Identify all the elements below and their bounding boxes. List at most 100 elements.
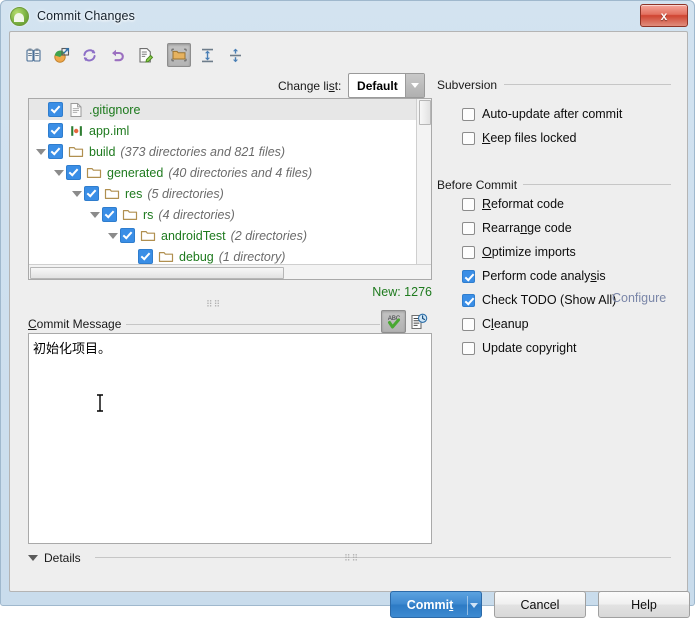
checkbox-keep-files-locked[interactable]: Keep files locked — [462, 129, 577, 147]
commit-message-label: Commit Message — [28, 317, 127, 331]
checkbox-label-post: eanup — [493, 317, 529, 331]
tree-row-checkbox[interactable] — [48, 102, 63, 117]
group-by-directory-icon[interactable] — [167, 43, 191, 67]
new-lines-count: New: 1276 — [372, 285, 432, 299]
commit-button[interactable]: Commi t — [390, 591, 482, 618]
tree-row-checkbox[interactable] — [48, 144, 63, 159]
move-to-another-changelist-icon[interactable] — [49, 43, 73, 67]
tree-row[interactable]: build (373 directories and 821 files) — [29, 141, 419, 162]
chevron-down-icon[interactable] — [33, 141, 48, 162]
tree-splitter-handle[interactable]: ⠿⠿ — [206, 299, 221, 310]
checkbox-label-post: ge code — [527, 221, 572, 235]
checkbox-label-mnemonic: O — [482, 245, 492, 259]
tree-row-meta: (2 directories) — [230, 228, 308, 243]
commit-message-label-mnemonic: C — [28, 317, 37, 331]
checkbox-rearrange-code[interactable]: Rearrange code — [462, 219, 572, 237]
tree-row[interactable]: rs (4 directories) — [29, 204, 419, 225]
checkbox-label-post: Auto-update after commit — [482, 107, 623, 121]
configure-link[interactable]: Configure — [612, 291, 666, 305]
chevron-down-icon — [28, 555, 38, 561]
checkbox-label: Cleanup — [482, 317, 529, 331]
checkbox-label-post: eep files locked — [490, 131, 577, 145]
file-icon — [68, 102, 84, 118]
checkbox-box — [462, 341, 475, 355]
tree-vertical-scrollbar[interactable] — [416, 99, 431, 265]
tree-row-name: rs — [143, 207, 154, 222]
checkbox-label: Perform code analysis — [482, 269, 606, 283]
tree-row[interactable]: res (5 directories) — [29, 183, 419, 204]
window-title: Commit Changes — [37, 9, 135, 23]
tree-row-checkbox[interactable] — [138, 249, 153, 264]
tree-horizontal-scrollbar[interactable] — [29, 264, 431, 279]
details-toggle[interactable]: Details — [28, 551, 81, 565]
checkbox-auto-update-after-commit[interactable]: Auto-update after commit — [462, 105, 622, 123]
checkbox-update-copyright[interactable]: Update copyright — [462, 339, 577, 357]
checkbox-label-pre: Check TODO (Show All) — [482, 293, 617, 307]
tree-row-name: .gitignore — [89, 102, 141, 117]
expand-all-icon[interactable] — [195, 43, 219, 67]
changed-files-tree[interactable]: .gitignore app.iml build (373 directories a… — [28, 98, 432, 280]
close-button[interactable]: x — [640, 4, 688, 27]
checkbox-box — [462, 317, 475, 331]
message-history-icon[interactable] — [409, 312, 429, 332]
tree-row-checkbox[interactable] — [48, 123, 63, 138]
checkbox-perform-code-analysis[interactable]: Perform code analysis — [462, 267, 606, 285]
checkbox-optimize-imports[interactable]: Optimize imports — [462, 243, 576, 261]
checkbox-reformat-code[interactable]: Reformat code — [462, 195, 564, 213]
help-button[interactable]: Help — [598, 591, 690, 618]
commit-changes-dialog: Commit Changes x Change list: Default .g… — [0, 0, 695, 618]
checkbox-label: Keep files locked — [482, 131, 577, 145]
change-list-selector: Change list: Default — [278, 73, 426, 98]
tree-row-checkbox[interactable] — [84, 186, 99, 201]
tree-row-checkbox[interactable] — [66, 165, 81, 180]
tree-horizontal-scroll-thumb[interactable] — [30, 267, 284, 279]
tree-row[interactable]: .gitignore — [29, 99, 419, 120]
before-commit-group-rule — [523, 184, 671, 185]
checkbox-check-todo[interactable]: Check TODO (Show All) — [462, 291, 616, 309]
tree-row-meta: (5 directories) — [147, 186, 224, 201]
commit-button-label-pre: Commi — [406, 597, 450, 612]
tree-row[interactable]: app.iml — [29, 120, 419, 141]
tree-row-meta: (40 directories and 4 files) — [168, 165, 313, 180]
tree-row-checkbox[interactable] — [120, 228, 135, 243]
tree-row-checkbox[interactable] — [102, 207, 117, 222]
change-list-label: Change list: — [278, 79, 341, 93]
tree-row-meta: (373 directories and 821 files) — [120, 144, 286, 159]
show-diff-icon[interactable] — [21, 43, 45, 67]
refresh-icon[interactable] — [77, 43, 101, 67]
revert-icon[interactable] — [105, 43, 129, 67]
checkbox-box — [462, 245, 475, 259]
checkbox-label: Check TODO (Show All) — [482, 293, 616, 307]
title-bar: Commit Changes x — [1, 1, 695, 31]
checkbox-label: Update copyright — [482, 341, 577, 355]
tree-vertical-scroll-thumb[interactable] — [419, 100, 431, 125]
details-splitter-handle[interactable]: ⠿⠿ — [344, 553, 359, 564]
checkbox-label-post: is — [596, 269, 606, 283]
folder-icon — [104, 186, 120, 202]
commit-message-value: 初始化项目。 — [33, 342, 112, 357]
folder-icon — [122, 207, 138, 223]
commit-message-input[interactable]: 初始化项目。 — [28, 333, 432, 544]
cancel-button[interactable]: Cancel — [494, 591, 586, 618]
checkbox-label-pre: Perform code analy — [482, 269, 591, 283]
collapse-all-icon[interactable] — [223, 43, 247, 67]
chevron-down-icon[interactable] — [87, 204, 102, 225]
chevron-down-icon[interactable] — [69, 183, 84, 204]
tree-row-name: generated — [107, 165, 164, 180]
folder-icon — [158, 249, 174, 265]
details-label: Details — [44, 551, 81, 565]
checkbox-box — [462, 197, 475, 211]
tree-row[interactable]: generated (40 directories and 4 files) — [29, 162, 419, 183]
details-rule — [95, 557, 671, 558]
checkbox-box — [462, 131, 475, 145]
tree-row[interactable]: androidTest (2 directories) — [29, 225, 419, 246]
change-list-dropdown[interactable]: Default — [348, 73, 426, 98]
chevron-down-icon[interactable] — [51, 162, 66, 183]
spellcheck-abc-icon[interactable]: ABC — [381, 310, 406, 333]
checkbox-cleanup[interactable]: Cleanup — [462, 315, 529, 333]
change-list-label-post: t: — [334, 78, 342, 93]
checkbox-label: Optimize imports — [482, 245, 576, 259]
chevron-down-icon[interactable] — [105, 225, 120, 246]
edit-source-icon[interactable] — [133, 43, 157, 67]
dialog-button-bar: Commi t Cancel Help — [390, 591, 690, 618]
